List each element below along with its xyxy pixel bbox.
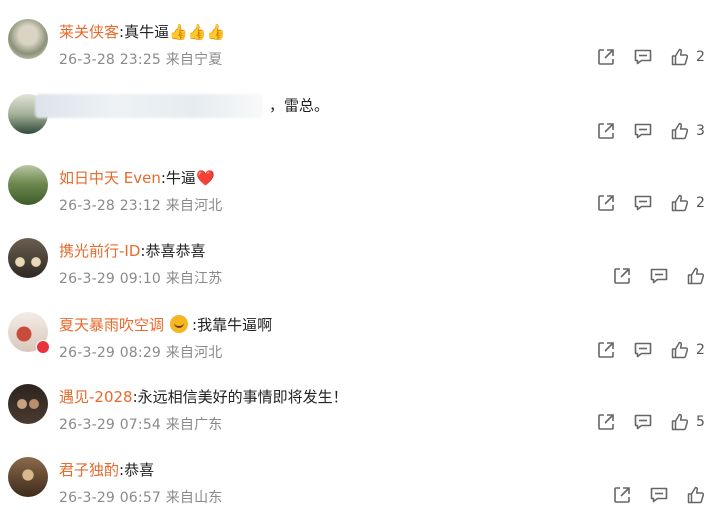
comment-icon[interactable] [633, 193, 655, 215]
share-icon[interactable] [612, 485, 634, 507]
share-icon[interactable] [612, 266, 634, 288]
like-count: 2 [696, 49, 705, 65]
avatar[interactable] [8, 165, 48, 205]
comment-item: 如日中天 Even:牛逼❤️ 26-3-28 23:12 来自河北 2 [0, 165, 720, 237]
share-icon[interactable] [596, 193, 618, 215]
comment-item: 夏天暴雨吹空调:我靠牛逼啊 26-3-29 08:29 来自河北 2 [0, 312, 720, 384]
timestamp: 26-3-29 08:29 [59, 345, 162, 361]
thumbs-up-icon[interactable] [670, 193, 692, 215]
timestamp: 26-3-29 09:10 [59, 271, 162, 287]
comment-item: 莱关侠客:真牛逼👍👍👍 26-3-28 23:25 来自宁夏 2 [0, 19, 720, 91]
like-count: 2 [696, 342, 705, 358]
location: 来自广东 [165, 417, 223, 433]
thumbs-up-icon[interactable] [686, 266, 708, 288]
comment-icon[interactable] [633, 47, 655, 69]
timestamp: 26-3-29 07:54 [59, 417, 162, 433]
comment-icon[interactable] [633, 340, 655, 362]
comment-text: 牛逼 [165, 169, 196, 187]
like-count: 5 [696, 414, 705, 430]
comment-text: 恭喜 [124, 461, 155, 479]
comment-icon[interactable] [633, 121, 655, 143]
comment-text: 真牛逼 [124, 23, 170, 41]
avatar[interactable] [8, 19, 48, 59]
location: 来自山东 [165, 490, 223, 506]
share-icon[interactable] [596, 121, 618, 143]
timestamp: 26-3-28 23:25 [59, 52, 162, 68]
comment-item: 遇见-2028:永远相信美好的事情即将发生！ 26-3-29 07:54 来自广… [0, 384, 720, 456]
location: 来自江苏 [165, 271, 223, 287]
share-icon[interactable] [596, 412, 618, 434]
comment-icon[interactable] [649, 266, 671, 288]
username-link[interactable]: 夏天暴雨吹空调 [59, 316, 164, 334]
timestamp: 26-3-28 23:12 [59, 198, 162, 214]
thumbs-up-icon[interactable] [670, 47, 692, 69]
comment-text: ，雷总。 [269, 96, 330, 115]
thumbs-up-icon[interactable] [670, 121, 692, 143]
verified-badge-icon [36, 340, 50, 354]
share-icon[interactable] [596, 340, 618, 362]
share-icon[interactable] [596, 47, 618, 69]
thumbs-up-emoji: 👍👍👍 [169, 23, 226, 41]
comment-text: 恭喜恭喜 [145, 242, 206, 260]
like-count: 2 [696, 195, 705, 211]
like-count: 3 [696, 123, 705, 139]
thumbs-up-icon[interactable] [686, 485, 708, 507]
emoji-face-icon [170, 315, 189, 333]
comment-icon[interactable] [633, 412, 655, 434]
comment-item: ，雷总。 3 [0, 94, 720, 166]
location: 来自河北 [165, 345, 223, 361]
comment-text: 我靠牛逼啊 [197, 316, 273, 334]
avatar[interactable] [8, 457, 48, 497]
redacted-username [35, 94, 263, 118]
thumbs-up-icon[interactable] [670, 340, 692, 362]
username-link[interactable]: 携光前行-ID [59, 242, 140, 260]
comment-icon[interactable] [649, 485, 671, 507]
username-link[interactable]: 遇见-2028 [59, 388, 133, 406]
thumbs-up-icon[interactable] [670, 412, 692, 434]
avatar[interactable] [8, 238, 48, 278]
comment-item: 君子独酌:恭喜 26-3-29 06:57 来自山东 [0, 457, 720, 529]
username-link[interactable]: 如日中天 Even [59, 169, 161, 187]
username-link[interactable]: 君子独酌 [59, 461, 119, 479]
location: 来自宁夏 [165, 52, 223, 68]
location: 来自河北 [165, 198, 223, 214]
comment-item: 携光前行-ID:恭喜恭喜 26-3-29 09:10 来自江苏 [0, 238, 720, 310]
comment-text: 永远相信美好的事情即将发生！ [137, 388, 348, 406]
avatar[interactable] [8, 384, 48, 424]
heart-emoji: ❤️ [195, 169, 215, 187]
username-link[interactable]: 莱关侠客 [59, 23, 119, 41]
timestamp: 26-3-29 06:57 [59, 490, 162, 506]
